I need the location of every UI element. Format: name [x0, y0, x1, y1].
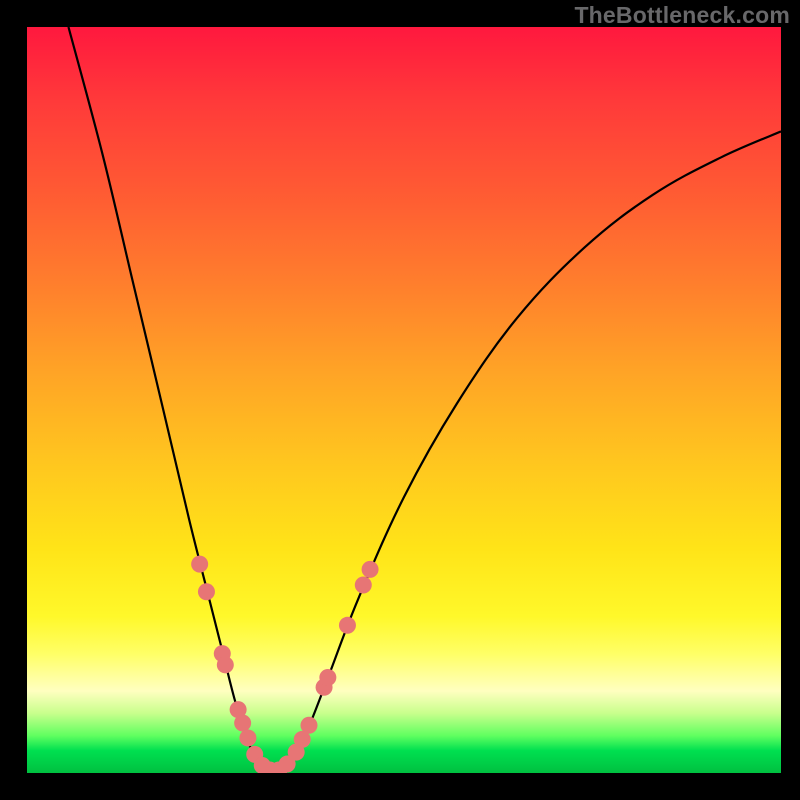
data-marker	[300, 717, 317, 734]
data-marker	[294, 731, 311, 748]
data-marker	[319, 669, 336, 686]
data-marker	[254, 757, 271, 773]
canvas-root: TheBottleneck.com	[0, 0, 800, 800]
chart-svg	[27, 27, 781, 773]
data-marker	[261, 762, 278, 773]
data-marker	[198, 583, 215, 600]
data-marker	[246, 746, 263, 763]
data-marker	[234, 715, 251, 732]
data-marker	[339, 617, 356, 634]
data-marker	[316, 679, 333, 696]
data-marker	[355, 577, 372, 594]
marker-group	[191, 556, 378, 773]
plot-area	[27, 27, 781, 773]
data-marker	[214, 645, 231, 662]
data-marker	[191, 556, 208, 573]
data-marker	[288, 744, 305, 761]
left-arm-curve	[68, 27, 268, 770]
watermark-text: TheBottleneck.com	[574, 2, 790, 29]
data-marker	[217, 656, 234, 673]
data-marker	[362, 561, 379, 578]
data-marker	[279, 756, 296, 773]
data-marker	[239, 729, 256, 746]
data-marker	[230, 701, 247, 718]
data-marker	[270, 762, 287, 773]
right-arm-curve	[283, 131, 781, 770]
